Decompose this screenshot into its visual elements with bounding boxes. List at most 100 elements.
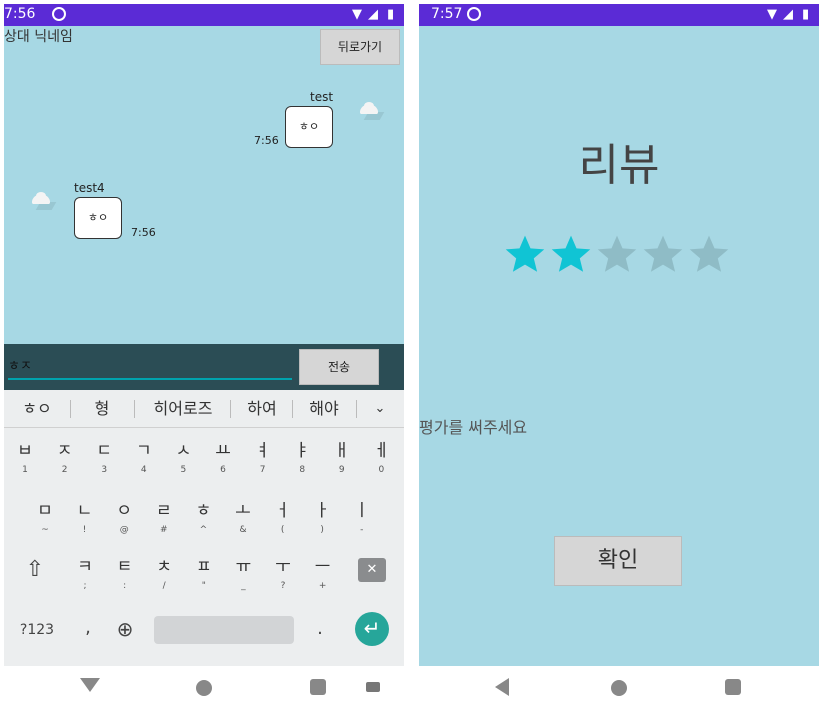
key-main-label: ㅇ	[116, 501, 132, 521]
key-hint-label: +	[318, 581, 327, 591]
keyboard-key[interactable]: ㅏ)	[303, 494, 341, 540]
keyboard-key[interactable]: ㅗ &	[224, 494, 262, 540]
keyboard-key[interactable]: ㅅ5	[164, 434, 202, 480]
period-key[interactable]: .	[310, 612, 330, 646]
star-icon[interactable]	[687, 232, 731, 276]
back-nav-icon[interactable]	[80, 678, 100, 692]
keyboard-key[interactable]: ㅡ +	[304, 550, 342, 596]
key-main-label: ㅡ	[314, 557, 331, 577]
keyboard-key[interactable]: ㅓ(	[264, 494, 302, 540]
keyboard-key[interactable]: ㅠ _	[224, 550, 262, 596]
globe-icon[interactable]: ⊕	[112, 614, 138, 644]
enter-icon[interactable]: ↵	[355, 612, 389, 646]
keyboard-switch-icon[interactable]	[366, 682, 380, 692]
key-main-label: ㅏ	[314, 501, 330, 521]
key-hint-label: 5	[180, 465, 187, 475]
message-time: 7:56	[254, 134, 279, 147]
symbols-key[interactable]: ?123	[14, 616, 60, 644]
star-icon[interactable]	[641, 232, 685, 276]
suggestion-item[interactable]: 형	[74, 390, 130, 428]
signal-icon: ◢	[368, 7, 378, 22]
cloud-icon	[30, 192, 57, 210]
key-hint-label: ?	[280, 581, 286, 591]
opponent-nickname: 상대 닉네임	[4, 29, 73, 45]
rating-bar[interactable]	[503, 232, 733, 282]
chevron-down-icon[interactable]: ⌄	[362, 390, 398, 428]
battery-icon: ▮	[802, 7, 810, 22]
keyboard-key[interactable]: ㅎ ^	[184, 494, 222, 540]
key-main-label: ㄴ	[76, 501, 93, 521]
key-hint-label: 3	[101, 465, 108, 475]
suggestion-item[interactable]: ㅎㅇ	[8, 390, 66, 428]
keyboard-key[interactable]: ㅇ @	[105, 494, 143, 540]
backspace-icon[interactable]: ✕	[358, 558, 386, 582]
signal-icon: ◢	[783, 7, 793, 22]
keyboard-key[interactable]: ㅜ?	[264, 550, 302, 596]
send-button[interactable]: 전송	[299, 349, 379, 385]
star-icon[interactable]	[549, 232, 593, 276]
review-prompt: 평가를 써주세요	[419, 418, 528, 437]
key-main-label: ㅑ	[294, 441, 310, 461]
key-hint-label: ;	[83, 581, 87, 591]
status-bar: 7:56 ▼ ◢ ▮	[4, 4, 404, 26]
key-hint-label: 4	[140, 465, 147, 475]
message-bubble: ㅎㅇ	[74, 197, 122, 239]
keyboard-key[interactable]: ㅍ "	[185, 550, 223, 596]
keyboard-key[interactable]: ㄴ!	[66, 494, 104, 540]
key-main-label: ㅅ	[175, 441, 192, 461]
divider	[356, 400, 357, 418]
key-main-label: ㄷ	[96, 441, 112, 461]
keyboard-key[interactable]: ㅁ ~	[26, 494, 64, 540]
keyboard-key[interactable]: ㅊ /	[145, 550, 183, 596]
keyboard-key[interactable]: ㅛ6	[204, 434, 242, 480]
key-hint-label: 0	[378, 465, 385, 475]
key-hint-label: /	[162, 581, 166, 591]
key-hint-label: _	[241, 581, 246, 591]
chat-screen: 7:56 ▼ ◢ ▮ 상대 닉네임 뒤로가기 test ㅎㅇ 7:56 test…	[4, 4, 404, 666]
keyboard-key[interactable]: ㅑ8	[283, 434, 321, 480]
message-sender: test	[310, 90, 334, 104]
recents-nav-icon[interactable]	[310, 679, 326, 695]
key-main-label: ㅎ	[195, 501, 212, 521]
recents-nav-icon[interactable]	[725, 679, 741, 695]
star-icon[interactable]	[595, 232, 639, 276]
divider	[292, 400, 293, 418]
home-nav-icon[interactable]	[611, 680, 627, 696]
key-hint-label: "	[201, 581, 206, 591]
suggestion-item[interactable]: 해야	[294, 390, 354, 428]
keyboard-key[interactable]: ㅈ2	[46, 434, 84, 480]
keyboard-key[interactable]: ㅌ:	[106, 550, 144, 596]
keyboard-key[interactable]: ㅂ1	[6, 434, 44, 480]
shift-icon[interactable]: ⇧	[20, 550, 50, 590]
divider	[230, 400, 231, 418]
keyboard-key[interactable]: ㄷ3	[85, 434, 123, 480]
back-button[interactable]: 뒤로가기	[320, 29, 400, 65]
confirm-button[interactable]: 확인	[554, 536, 682, 586]
suggestion-item[interactable]: 하여	[232, 390, 292, 428]
key-hint-label: ^	[199, 525, 208, 535]
notification-icon	[467, 7, 481, 21]
comma-key[interactable]: ,	[76, 610, 100, 646]
back-nav-icon[interactable]	[495, 678, 509, 696]
keyboard-key[interactable]: ㅔ0	[362, 434, 400, 480]
key-main-label: ㅛ	[215, 441, 231, 461]
message-bubble: ㅎㅇ	[285, 106, 333, 148]
key-hint-label: !	[82, 525, 87, 535]
keyboard-key[interactable]: ㅕ7	[244, 434, 282, 480]
home-nav-icon[interactable]	[196, 680, 212, 696]
key-hint-label: 2	[61, 465, 68, 475]
divider	[70, 400, 71, 418]
keyboard-key[interactable]: ㄹ #	[145, 494, 183, 540]
keyboard-key[interactable]: ㅋ;	[66, 550, 104, 596]
keyboard-key[interactable]: ㅐ9	[323, 434, 361, 480]
key-hint-label: 6	[220, 465, 226, 475]
message-input[interactable]	[8, 350, 292, 380]
key-main-label: ㅗ	[235, 501, 251, 521]
keyboard-key[interactable]: ㄱ4	[125, 434, 163, 480]
keyboard-key[interactable]: ㅣ-	[343, 494, 381, 540]
suggestion-item[interactable]: 히어로즈	[138, 390, 228, 428]
key-hint-label: )	[320, 525, 324, 535]
space-bar[interactable]	[154, 616, 294, 644]
key-main-label: ㅁ	[37, 501, 53, 521]
star-icon[interactable]	[503, 232, 547, 276]
